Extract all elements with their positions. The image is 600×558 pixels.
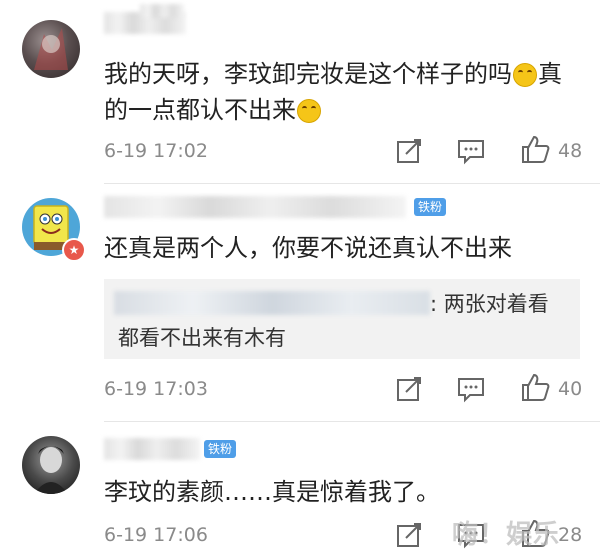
fan-badge: 铁粉: [414, 198, 447, 216]
reply-text: : 两张对着看: [430, 292, 549, 316]
like-count: 48: [558, 140, 583, 162]
like-icon[interactable]: [520, 372, 550, 402]
fan-badge: 铁粉: [204, 440, 237, 458]
laugh-cry-emoji-icon: [297, 99, 321, 123]
like-count: 40: [558, 378, 583, 400]
comment-text-line2: 的一点都认不出来: [104, 92, 322, 128]
like-icon[interactable]: [520, 134, 550, 164]
comment-time: 6-19 17:06: [104, 524, 208, 546]
repost-icon[interactable]: [394, 374, 424, 404]
avatar[interactable]: [22, 436, 80, 494]
like-count: 28: [558, 524, 583, 546]
reply-username[interactable]: [114, 291, 430, 315]
avatar[interactable]: [22, 20, 80, 78]
verified-badge-icon: ★: [62, 238, 86, 262]
reply-icon[interactable]: [456, 374, 486, 404]
reply-quote[interactable]: : 两张对着看 都看不出来有木有: [104, 279, 580, 359]
comment-text: 我的天呀，李玟卸完妆是这个样子的吗真: [104, 60, 562, 88]
comment-text: 李玟的素颜……真是惊着我了。: [104, 478, 440, 506]
laugh-cry-emoji-icon: [513, 63, 537, 87]
divider: [104, 183, 600, 184]
username-blur-extra: [140, 4, 184, 18]
comment-text: 还真是两个人，你要不说还真认不出来: [104, 234, 512, 262]
repost-icon[interactable]: [394, 520, 424, 550]
comment-time: 6-19 17:03: [104, 378, 208, 400]
comment-time: 6-19 17:02: [104, 140, 208, 162]
repost-icon[interactable]: [394, 136, 424, 166]
avatar-image-icon: [34, 28, 68, 70]
username[interactable]: [104, 438, 200, 460]
watermark: 嗨！娱乐: [452, 520, 561, 550]
reply-icon[interactable]: [456, 136, 486, 166]
avatar-image-icon: [34, 446, 68, 494]
username[interactable]: [104, 196, 406, 218]
divider: [104, 421, 600, 422]
reply-text-line2: 都看不出来有木有: [118, 326, 286, 350]
